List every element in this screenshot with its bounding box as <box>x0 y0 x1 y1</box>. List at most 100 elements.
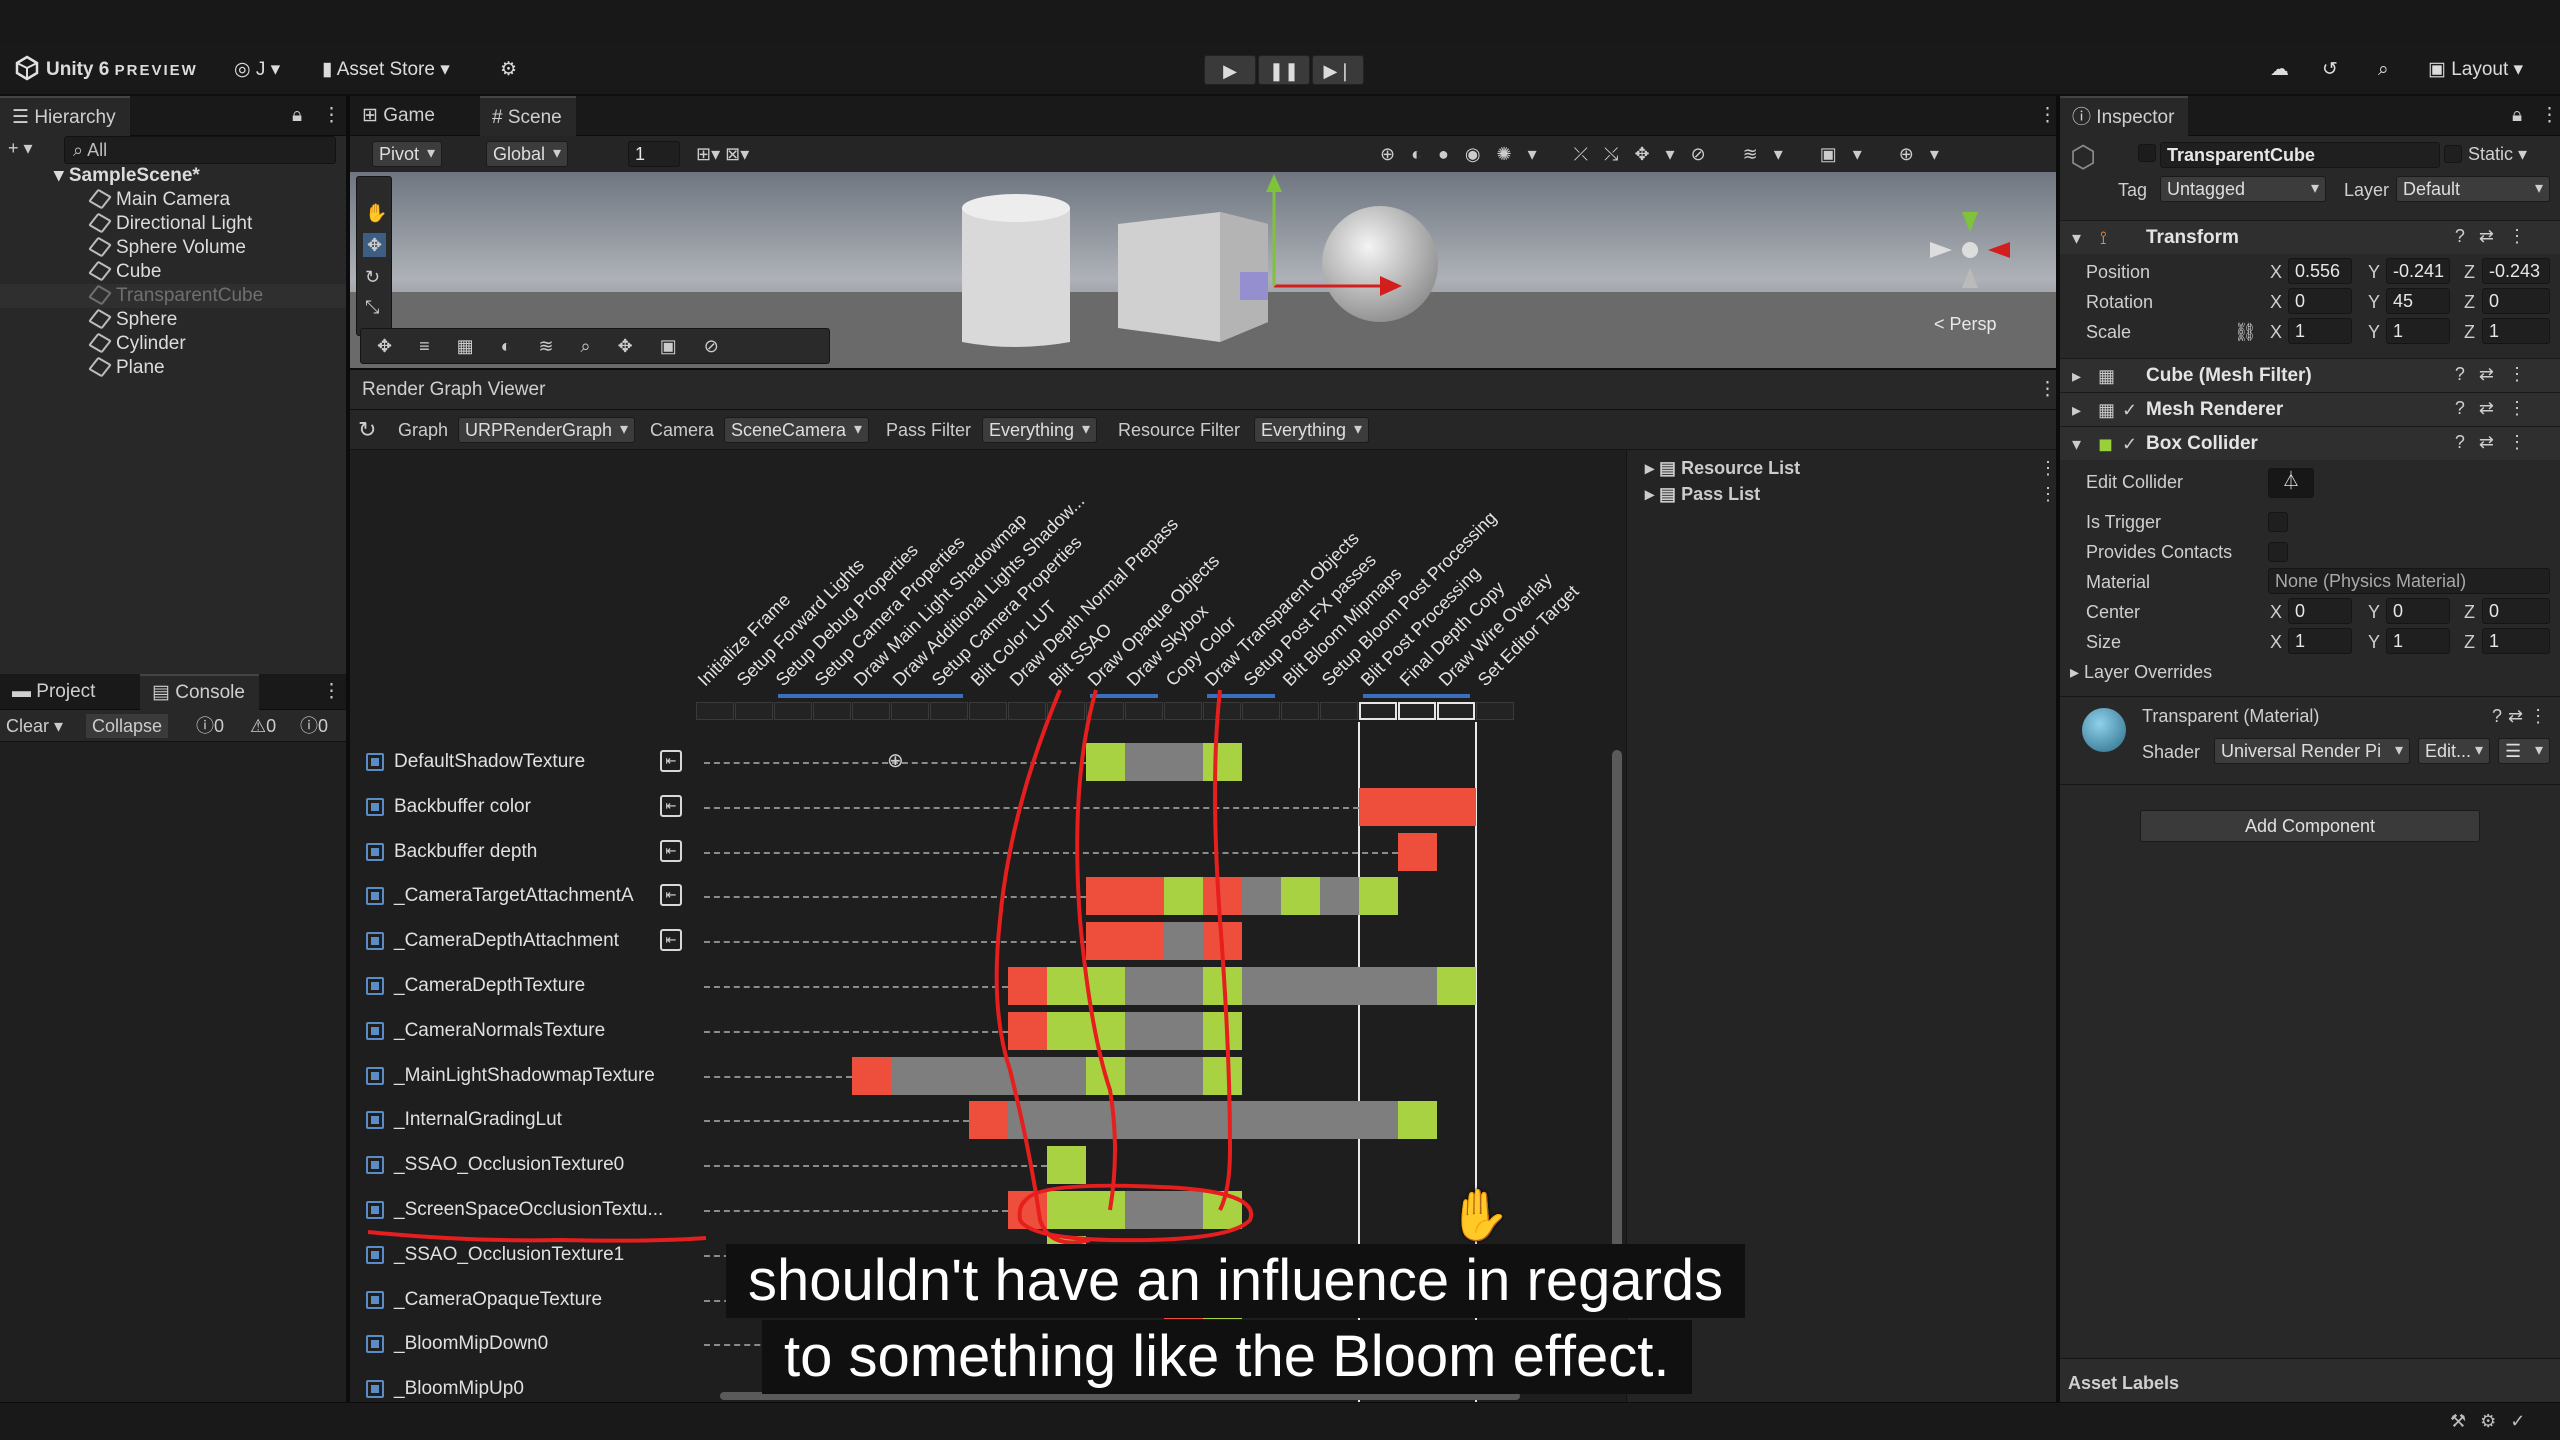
resource-access-cell[interactable] <box>1125 743 1164 781</box>
shader-dropdown[interactable]: Universal Render Pi <box>2214 738 2410 764</box>
info-count[interactable]: ⓘ0 <box>196 714 224 738</box>
box-collider-header[interactable]: ▾ ◼ ✓ Box Collider ?⇄⋮ <box>2060 426 2560 460</box>
resource-access-cell[interactable] <box>1398 1101 1437 1140</box>
resource-access-cell[interactable] <box>1125 922 1164 961</box>
mesh-filter-header[interactable]: ▸ ▦ Cube (Mesh Filter) ?⇄⋮ <box>2060 358 2560 392</box>
more-menu-icon[interactable]: ⋮ <box>310 674 355 710</box>
tab-render-graph-viewer[interactable]: Render Graph Viewer <box>350 370 559 410</box>
pass-header-cell[interactable] <box>1008 702 1046 720</box>
step-button[interactable]: ▶❘ <box>1312 55 1364 85</box>
resource-access-cell[interactable] <box>1203 877 1242 916</box>
graph-dropdown[interactable]: URPRenderGraph <box>458 417 636 443</box>
resource-access-cell[interactable] <box>1125 1056 1164 1095</box>
tab-inspector[interactable]: ⓘ Inspector <box>2060 96 2189 136</box>
resource-access-cell[interactable] <box>1008 1056 1047 1095</box>
scale-tool-icon[interactable]: ⤡ <box>365 295 379 319</box>
pass-header-cell[interactable] <box>852 702 890 720</box>
resource-row[interactable]: _ScreenSpaceOcclusionTextu... <box>360 1188 700 1232</box>
hierarchy-search[interactable]: ⌕ All <box>64 136 336 164</box>
resource-access-cell[interactable] <box>1086 877 1125 916</box>
pass-header-cell[interactable] <box>735 702 773 720</box>
resource-access-cell[interactable] <box>891 1056 930 1095</box>
pass-header-cell[interactable] <box>1086 702 1124 720</box>
resource-access-cell[interactable] <box>969 1056 1008 1095</box>
pass-header-cell[interactable] <box>1125 702 1163 720</box>
warning-count[interactable]: ⚠0 <box>250 714 276 738</box>
more-menu-icon[interactable]: ⋮ <box>2528 96 2560 136</box>
vertical-scrollbar[interactable] <box>1612 750 1622 1250</box>
resource-access-cell[interactable] <box>1242 877 1281 916</box>
pass-header-cell[interactable] <box>891 702 929 720</box>
hierarchy-item[interactable]: Sphere Volume <box>0 236 346 260</box>
resource-access-cell[interactable] <box>1203 1101 1242 1140</box>
transform-header[interactable]: ▾ ⟟ Transform ?⇄⋮ <box>2060 220 2560 254</box>
scale-y-field[interactable]: 1 <box>2386 318 2450 344</box>
search-icon[interactable]: ⌕ <box>2378 54 2389 86</box>
resource-access-cell[interactable] <box>1203 922 1242 961</box>
resource-access-cell[interactable] <box>1359 1101 1398 1140</box>
pass-header-cell[interactable] <box>1320 702 1358 720</box>
rotation-z-field[interactable]: 0 <box>2482 288 2550 314</box>
resource-access-cell[interactable] <box>1281 877 1320 916</box>
draw-mode-icons[interactable]: ⊕◐●◉✺▾ ⤫⤯✥▾⊘ ≋▾ ▣▾ ⊕▾ <box>1380 142 1955 166</box>
resource-access-cell[interactable] <box>1203 1191 1242 1229</box>
pass-header-cell[interactable] <box>1047 702 1085 720</box>
resource-access-cell[interactable] <box>1086 743 1125 781</box>
active-checkbox[interactable] <box>2138 144 2156 162</box>
center-y-field[interactable]: 0 <box>2386 598 2450 624</box>
center-z-field[interactable]: 0 <box>2482 598 2550 624</box>
pass-header-cell[interactable] <box>1437 702 1475 720</box>
enabled-checkbox[interactable]: ✓ <box>2122 432 2137 456</box>
resource-access-cell[interactable] <box>1164 1191 1203 1229</box>
physics-material-field[interactable]: None (Physics Material) <box>2268 568 2550 594</box>
resource-access-cell[interactable] <box>1203 743 1242 781</box>
is-trigger-checkbox[interactable] <box>2268 512 2288 532</box>
tab-console[interactable]: ▤ Console <box>140 674 259 710</box>
status-icons[interactable]: ⚒⚙✓ <box>2450 1409 2539 1433</box>
resource-access-cell[interactable] <box>930 1056 969 1095</box>
resource-access-cell[interactable] <box>1203 967 1242 1005</box>
resource-access-cell[interactable] <box>1203 1056 1242 1095</box>
resource-access-cell[interactable] <box>1125 1191 1164 1229</box>
move-tool-icon[interactable]: ✥ <box>363 233 387 257</box>
position-y-field[interactable]: -0.241 <box>2386 258 2450 284</box>
pass-header-cell[interactable] <box>1398 702 1436 720</box>
resource-access-cell[interactable] <box>1320 967 1359 1005</box>
resource-access-cell[interactable] <box>1047 1056 1086 1095</box>
layout-dropdown[interactable]: ▣ Layout ▾ <box>2428 54 2523 86</box>
refresh-icon[interactable]: ↻ <box>358 418 376 442</box>
pass-header-cell[interactable] <box>1242 702 1280 720</box>
resource-access-cell[interactable] <box>1086 1056 1125 1095</box>
scale-x-field[interactable]: 1 <box>2288 318 2352 344</box>
more-menu-icon[interactable]: ⋮ <box>2039 456 2057 480</box>
tab-scene[interactable]: # Scene <box>480 96 576 136</box>
resource-access-cell[interactable] <box>1398 832 1437 871</box>
size-y-field[interactable]: 1 <box>2386 628 2450 654</box>
more-menu-icon[interactable]: ⋮ <box>310 96 355 136</box>
pass-header-cell[interactable] <box>1359 702 1397 720</box>
resource-access-cell[interactable] <box>1164 743 1203 781</box>
resource-access-cell[interactable] <box>1125 1101 1164 1140</box>
resource-row[interactable]: DefaultShadowTexture ⇤ <box>360 740 700 784</box>
add-button[interactable]: + ▾ <box>8 136 33 160</box>
size-z-field[interactable]: 1 <box>2482 628 2550 654</box>
resource-access-cell[interactable] <box>1281 967 1320 1005</box>
center-x-field[interactable]: 0 <box>2288 598 2352 624</box>
rotation-x-field[interactable]: 0 <box>2288 288 2352 314</box>
pass-header-cell[interactable] <box>969 702 1007 720</box>
tag-dropdown[interactable]: Untagged <box>2160 176 2326 202</box>
resource-row[interactable]: Backbuffer depth ⇤ <box>360 830 700 874</box>
global-dropdown[interactable]: Global <box>486 141 569 167</box>
pass-header-cell[interactable] <box>1164 702 1202 720</box>
size-x-field[interactable]: 1 <box>2288 628 2352 654</box>
resource-access-cell[interactable] <box>1125 877 1164 916</box>
pass-list-header[interactable]: ▸ ▤ Pass List <box>1645 482 1760 506</box>
resource-access-cell[interactable] <box>1359 787 1398 826</box>
resource-access-cell[interactable] <box>1398 787 1437 826</box>
resource-access-cell[interactable] <box>1242 1101 1281 1140</box>
shader-list-icon[interactable]: ☰ <box>2498 738 2550 764</box>
resource-access-cell[interactable] <box>1047 1191 1086 1229</box>
unity-logo-icon[interactable] <box>14 54 40 86</box>
resource-access-cell[interactable] <box>1398 967 1437 1005</box>
overlay-tool-icons[interactable]: ✥≡▦◐≋⌕✥▣⊘ <box>377 334 746 358</box>
